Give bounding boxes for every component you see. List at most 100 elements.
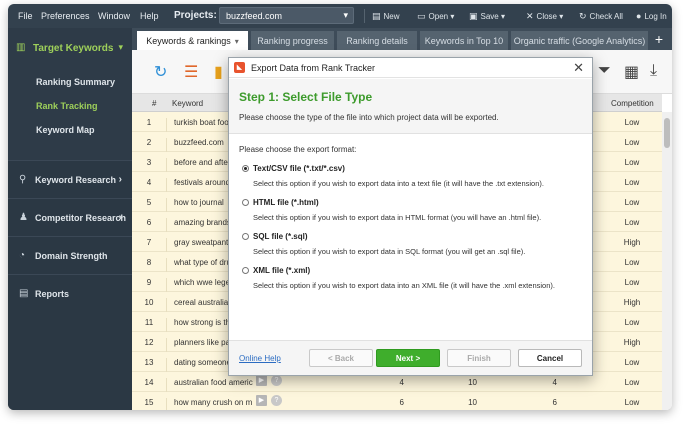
tab-label: Ranking details	[346, 36, 408, 46]
menu-file[interactable]: File	[18, 11, 33, 21]
row-number: 11	[144, 318, 154, 327]
help-icon[interactable]: ?	[271, 375, 282, 386]
sidebar-item-competitor-research[interactable]: ♟ Competitor Research ›	[8, 198, 132, 234]
sidebar-item-domain-strength[interactable]: ◔ Domain Strength	[8, 236, 132, 272]
tab-organic-traffic[interactable]: Organic traffic (Google Analytics)	[511, 31, 648, 50]
sidebar-item-label: Reports	[35, 289, 70, 299]
radio-html[interactable]	[242, 199, 249, 206]
row-number: 2	[146, 138, 152, 147]
list-icon[interactable]: ☰	[184, 62, 198, 82]
radio-xml[interactable]	[242, 267, 249, 274]
menu-window[interactable]: Window	[98, 11, 130, 21]
project-select[interactable]: buzzfeed.com ▾	[219, 7, 354, 24]
row-competition: High	[623, 238, 641, 247]
radio-sql[interactable]	[242, 233, 249, 240]
scroll-thumb[interactable]	[664, 118, 670, 148]
row-number: 9	[146, 278, 152, 287]
row-value: 6	[552, 398, 557, 407]
open-button[interactable]: ▭ Open ▾	[417, 11, 454, 22]
tab-keywords-rankings[interactable]: Keywords & rankings ▾	[137, 31, 248, 50]
row-competition: Low	[624, 258, 640, 267]
col-keyword[interactable]: Keyword	[172, 99, 203, 108]
tab-keywords-top-10[interactable]: Keywords in Top 10	[420, 31, 508, 50]
grid-icon[interactable]: ▦	[624, 62, 639, 82]
chevron-right-icon: ›	[118, 174, 122, 185]
sidebar-item-keyword-map[interactable]: Keyword Map	[8, 118, 132, 142]
sidebar-item-label: Domain Strength	[35, 251, 108, 261]
row-competition: Low	[624, 358, 640, 367]
folder-icon: ▭	[417, 11, 426, 21]
online-help-link[interactable]: Online Help	[239, 354, 281, 363]
row-value: 10	[468, 378, 477, 387]
sidebar-item-reports[interactable]: ▤ Reports	[8, 274, 132, 310]
menu-bar: File Preferences Window Help Projects: b…	[8, 4, 672, 28]
menu-help[interactable]: Help	[140, 11, 159, 21]
new-label: New	[383, 12, 400, 21]
cancel-button[interactable]: Cancel	[518, 349, 582, 367]
row-number: 12	[144, 338, 154, 347]
play-icon[interactable]: ▶	[256, 375, 267, 386]
row-competition: Low	[624, 278, 640, 287]
row-value: 6	[399, 398, 404, 407]
vertical-scrollbar[interactable]	[662, 112, 672, 410]
row-competition: Low	[624, 158, 640, 167]
row-number: 13	[144, 358, 154, 367]
close-label: Close	[536, 12, 557, 21]
new-button[interactable]: ▤ New	[372, 11, 400, 22]
back-button[interactable]: < Back	[309, 349, 373, 367]
add-tab-icon[interactable]: +	[655, 31, 663, 47]
close-button[interactable]: ✕ Close ▾	[526, 11, 563, 22]
menu-preferences[interactable]: Preferences	[41, 11, 90, 21]
option-xml[interactable]: XML file (*.xml) Select this option if y…	[239, 264, 584, 298]
sidebar-item-keyword-research[interactable]: ⚲ Keyword Research ›	[8, 160, 132, 196]
row-number: 5	[146, 198, 152, 207]
row-competition: Low	[624, 198, 640, 207]
bar-chart-icon[interactable]: ▮	[214, 62, 223, 82]
save-label: Save	[480, 12, 499, 21]
table-row[interactable]: 15 how many crush on m ▶? 6 10 6 Low	[132, 392, 662, 410]
option-sql[interactable]: SQL file (*.sql) Select this option if y…	[239, 230, 584, 264]
radio-text-csv[interactable]	[242, 165, 249, 172]
chevron-down-icon: ▾	[234, 37, 239, 46]
tab-label: Keywords & rankings	[146, 36, 231, 46]
projects-label: Projects:	[174, 10, 217, 21]
help-icon[interactable]: ?	[271, 395, 282, 406]
col-competition[interactable]: Competition	[611, 99, 654, 108]
row-competition: High	[623, 338, 641, 347]
sidebar-item-rank-tracking[interactable]: Rank Tracking	[8, 94, 132, 118]
col-num[interactable]: #	[152, 99, 156, 108]
row-competition: High	[623, 298, 641, 307]
sidebar-item-target-keywords[interactable]: ▥ Target Keywords ▾	[8, 34, 132, 64]
option-text-csv[interactable]: Text/CSV file (*.txt/*.csv) Select this …	[239, 162, 584, 196]
app-icon: ◣	[234, 62, 245, 73]
log-in-button[interactable]: ● Log In	[636, 11, 667, 21]
chevron-right-icon: ›	[118, 212, 122, 223]
dialog-footer: Online Help < Back Next > Finish Cancel	[229, 340, 592, 375]
tab-label: Keywords in Top 10	[424, 36, 504, 46]
tab-bar: Keywords & rankings ▾ Ranking progress Ra…	[132, 28, 672, 50]
next-button[interactable]: Next >	[376, 349, 440, 367]
refresh-icon[interactable]: ↻	[154, 62, 167, 82]
play-icon[interactable]: ▶	[256, 395, 267, 406]
row-value: 4	[552, 378, 557, 387]
tab-ranking-details[interactable]: Ranking details	[337, 31, 417, 50]
row-number: 10	[144, 298, 154, 307]
sidebar-item-ranking-summary[interactable]: Ranking Summary	[8, 70, 132, 94]
option-name: HTML file (*.html)	[253, 198, 319, 207]
row-number: 7	[146, 238, 152, 247]
users-icon: ♟	[19, 212, 28, 223]
tab-ranking-progress[interactable]: Ranking progress	[251, 31, 334, 50]
save-button[interactable]: ▣ Save ▾	[469, 11, 505, 22]
row-number: 15	[144, 398, 154, 407]
option-html[interactable]: HTML file (*.html) Select this option if…	[239, 196, 584, 230]
chevron-down-icon: ▾	[118, 42, 123, 52]
filter-icon[interactable]: ⏷	[598, 62, 611, 80]
divider	[364, 9, 365, 23]
row-competition: Low	[624, 398, 640, 407]
download-icon[interactable]: ⤓	[650, 62, 657, 80]
check-all-button[interactable]: ↻ Check All	[579, 11, 623, 22]
log-in-label: Log In	[644, 12, 667, 21]
close-icon[interactable]: ✕	[573, 60, 584, 76]
export-dialog: ◣ Export Data from Rank Tracker ✕ Step 1…	[228, 57, 593, 376]
finish-button[interactable]: Finish	[447, 349, 511, 367]
